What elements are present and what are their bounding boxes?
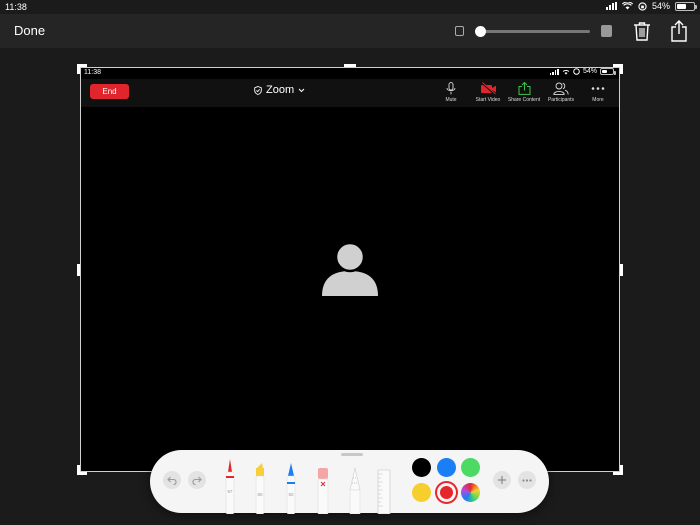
crop-handle-bottom-left[interactable] (77, 465, 87, 475)
screenshot-editor-toolbar: Done (0, 14, 700, 48)
share-icon[interactable] (670, 20, 688, 42)
pencil-tool-icon[interactable]: 50 (282, 458, 300, 514)
color-swatch-red[interactable] (437, 483, 456, 502)
mute-button[interactable]: Mute (431, 82, 471, 103)
participants-icon (553, 82, 569, 95)
ruler-tool-icon[interactable] (375, 458, 393, 514)
crop-large-icon (601, 25, 612, 37)
meeting-title[interactable]: Zoom (254, 84, 305, 96)
marker-tool-label: 80 (257, 492, 263, 497)
end-meeting-button[interactable]: End (90, 84, 129, 99)
done-button[interactable]: Done (14, 23, 45, 38)
status-indicators: 54% (605, 1, 697, 11)
battery-percent: 54% (651, 1, 670, 11)
palette-grabber[interactable] (341, 453, 363, 456)
more-icon (591, 87, 605, 90)
meeting-title-label: Zoom (266, 84, 295, 96)
lasso-tool-icon[interactable] (346, 458, 364, 514)
color-swatch-black[interactable] (412, 458, 431, 477)
shield-check-icon (254, 85, 262, 95)
ellipsis-icon (522, 478, 532, 482)
zoom-meeting-toolbar: End Zoom Mute Start Video Share Content … (80, 79, 620, 107)
screenshot-battery-icon (600, 68, 616, 75)
screenshot-wifi-icon (562, 69, 570, 75)
crop-handle-bottom-right[interactable] (613, 465, 623, 475)
screenshot-signal-icon (549, 68, 559, 75)
screenshot-status-indicators: 54% (549, 68, 616, 75)
orientation-lock-icon (638, 1, 647, 11)
more-button[interactable]: More (578, 82, 618, 103)
battery-icon (675, 1, 697, 11)
mute-label: Mute (445, 97, 457, 103)
trash-icon[interactable] (633, 21, 651, 41)
opacity-slider-knob[interactable] (475, 26, 486, 37)
opacity-slider[interactable] (475, 26, 590, 37)
undo-button[interactable] (163, 471, 181, 489)
share-content-button[interactable]: Share Content (504, 82, 544, 103)
participants-button[interactable]: Participants (541, 82, 581, 103)
microphone-icon (446, 82, 456, 95)
plus-icon (498, 476, 506, 484)
screenshot-canvas[interactable]: 11:38 54% End Zoom Mute Start Video Shar… (80, 67, 620, 472)
video-off-icon (480, 82, 496, 95)
status-time: 11:38 (5, 2, 27, 12)
crop-small-icon (455, 26, 464, 36)
crop-handle-top-left[interactable] (77, 64, 87, 74)
pen-tool-label: 97 (227, 489, 233, 494)
marker-tool-icon[interactable]: 80 (251, 458, 269, 514)
crop-handle-top-right[interactable] (613, 64, 623, 74)
undo-icon (167, 476, 177, 485)
wifi-icon (621, 2, 633, 10)
share-content-icon (518, 82, 530, 95)
crop-handle-right[interactable] (620, 264, 623, 276)
share-content-label: Share Content (507, 97, 541, 103)
cellular-signal-icon (605, 2, 617, 10)
chevron-down-icon (298, 88, 305, 92)
more-label: More (592, 97, 604, 103)
screenshot-battery-percent: 54% (582, 68, 597, 75)
pen-tool-icon[interactable]: 97 (221, 458, 239, 514)
participants-label: Participants (547, 97, 575, 103)
crop-handle-top[interactable] (344, 64, 356, 67)
screenshot-status-bar: 11:38 54% (80, 67, 620, 79)
eraser-tool-icon[interactable] (314, 458, 332, 514)
redo-button[interactable] (188, 471, 206, 489)
status-bar: 11:38 54% (0, 0, 700, 14)
color-swatch-blue[interactable] (437, 458, 456, 477)
start-video-button[interactable]: Start Video (468, 82, 508, 103)
avatar-placeholder-icon (322, 241, 378, 296)
add-button[interactable] (493, 471, 511, 489)
color-swatch-yellow[interactable] (412, 483, 431, 502)
screenshot-orientation-lock-icon (573, 68, 580, 75)
color-swatch-green[interactable] (461, 458, 480, 477)
start-video-label: Start Video (475, 97, 501, 103)
redo-icon (192, 476, 202, 485)
color-picker-wheel-icon[interactable] (461, 483, 480, 502)
markup-tool-palette: 97 80 50 (150, 450, 549, 514)
pencil-tool-label: 50 (288, 492, 294, 497)
crop-handle-left[interactable] (77, 264, 80, 276)
more-options-button[interactable] (518, 471, 536, 489)
